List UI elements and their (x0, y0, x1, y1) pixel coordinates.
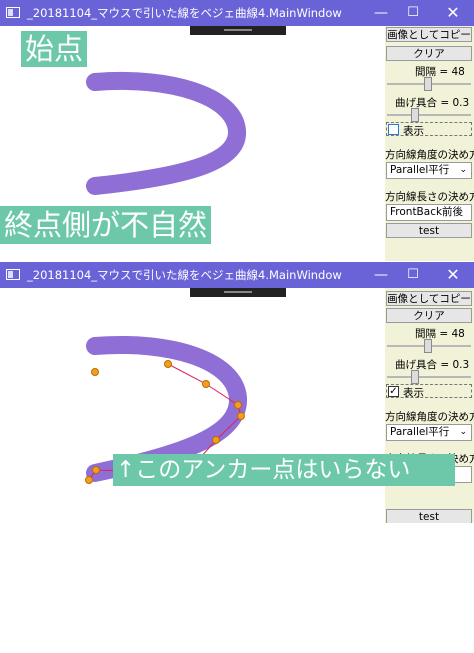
anchor-point[interactable] (164, 360, 172, 368)
copy-image-button[interactable]: 画像としてコピー (386, 27, 472, 42)
anchor-annotation: ↑このアンカー点はいらない (113, 454, 455, 486)
maximize-button[interactable]: ☐ (396, 0, 430, 26)
angle-method-select[interactable]: Parallel平行 ⌄ (386, 424, 472, 441)
length-method-label: 方向線長さの決め方 (385, 191, 474, 203)
clear-button[interactable]: クリア (386, 308, 472, 323)
slider-thumb[interactable] (411, 108, 419, 122)
minimize-button[interactable]: — (364, 0, 398, 26)
checkbox-box[interactable]: ✓ (388, 386, 399, 397)
title-bar[interactable]: _20181104_マウスで引いた線をベジェ曲線4.MainWindow — ☐… (0, 0, 474, 26)
angle-method-value: Parallel平行 (390, 164, 450, 176)
app-window-icon (6, 7, 20, 18)
anchor-point[interactable] (91, 368, 99, 376)
length-method-select[interactable]: FrontBack前後 (386, 204, 472, 221)
minimize-button[interactable]: — (364, 262, 398, 288)
chevron-down-icon: ⌄ (459, 165, 467, 175)
interval-slider[interactable] (387, 339, 471, 353)
angle-method-value: Parallel平行 (390, 426, 450, 438)
copy-image-button[interactable]: 画像としてコピー (386, 291, 472, 306)
show-checkbox[interactable]: ✓ 表示 (386, 384, 472, 399)
control-panel: 画像としてコピー クリア 間隔 = 48 曲げ具合 = 0.3 ✓ 表示 方向線… (385, 288, 474, 523)
drawn-stroke (86, 71, 246, 195)
interval-slider[interactable] (387, 77, 471, 91)
angle-method-select[interactable]: Parallel平行 ⌄ (386, 162, 472, 179)
maximize-button[interactable]: ☐ (396, 262, 430, 288)
slider-track (387, 114, 471, 116)
title-bar[interactable]: _20181104_マウスで引いた線をベジェ曲線4.MainWindow — ☐… (0, 262, 474, 288)
anchor-point[interactable] (92, 466, 100, 474)
slider-thumb[interactable] (424, 339, 432, 353)
toolbar-grip[interactable] (190, 288, 286, 297)
end-annotation: 終点側が不自然 (0, 206, 212, 244)
slider-thumb[interactable] (424, 77, 432, 91)
test-button[interactable]: test (386, 509, 472, 523)
anchor-point[interactable] (212, 436, 220, 444)
window-title: _20181104_マウスで引いた線をベジェ曲線4.MainWindow (27, 6, 342, 20)
bend-slider[interactable] (387, 108, 471, 122)
toolbar-grip[interactable] (190, 26, 286, 35)
close-button[interactable]: ✕ (436, 0, 470, 26)
show-label: 表示 (403, 125, 424, 137)
slider-track (387, 376, 471, 378)
length-method-value: FrontBack前後 (390, 206, 464, 218)
start-annotation: 始点 (21, 31, 88, 67)
angle-method-label: 方向線角度の決め方 (385, 149, 474, 161)
main-window-1: _20181104_マウスで引いた線をベジェ曲線4.MainWindow — ☐… (0, 0, 474, 261)
control-panel: 画像としてコピー クリア 間隔 = 48 曲げ具合 = 0.3 表示 方向線角度… (385, 26, 474, 261)
clear-button[interactable]: クリア (386, 46, 472, 61)
close-button[interactable]: ✕ (436, 262, 470, 288)
main-window-2: _20181104_マウスで引いた線をベジェ曲線4.MainWindow — ☐… (0, 262, 474, 653)
show-label: 表示 (403, 387, 424, 399)
anchor-point[interactable] (237, 412, 245, 420)
show-checkbox[interactable]: 表示 (386, 122, 472, 137)
checkbox-box[interactable] (388, 124, 399, 135)
slider-thumb[interactable] (411, 370, 419, 384)
window-title: _20181104_マウスで引いた線をベジェ曲線4.MainWindow (27, 268, 342, 282)
angle-method-label: 方向線角度の決め方 (385, 411, 474, 423)
bend-slider[interactable] (387, 370, 471, 384)
app-window-icon (6, 269, 20, 280)
chevron-down-icon: ⌄ (459, 427, 467, 437)
anchor-point[interactable] (234, 401, 242, 409)
test-button[interactable]: test (386, 223, 472, 238)
anchor-point[interactable] (202, 380, 210, 388)
anchor-point[interactable] (85, 476, 93, 484)
